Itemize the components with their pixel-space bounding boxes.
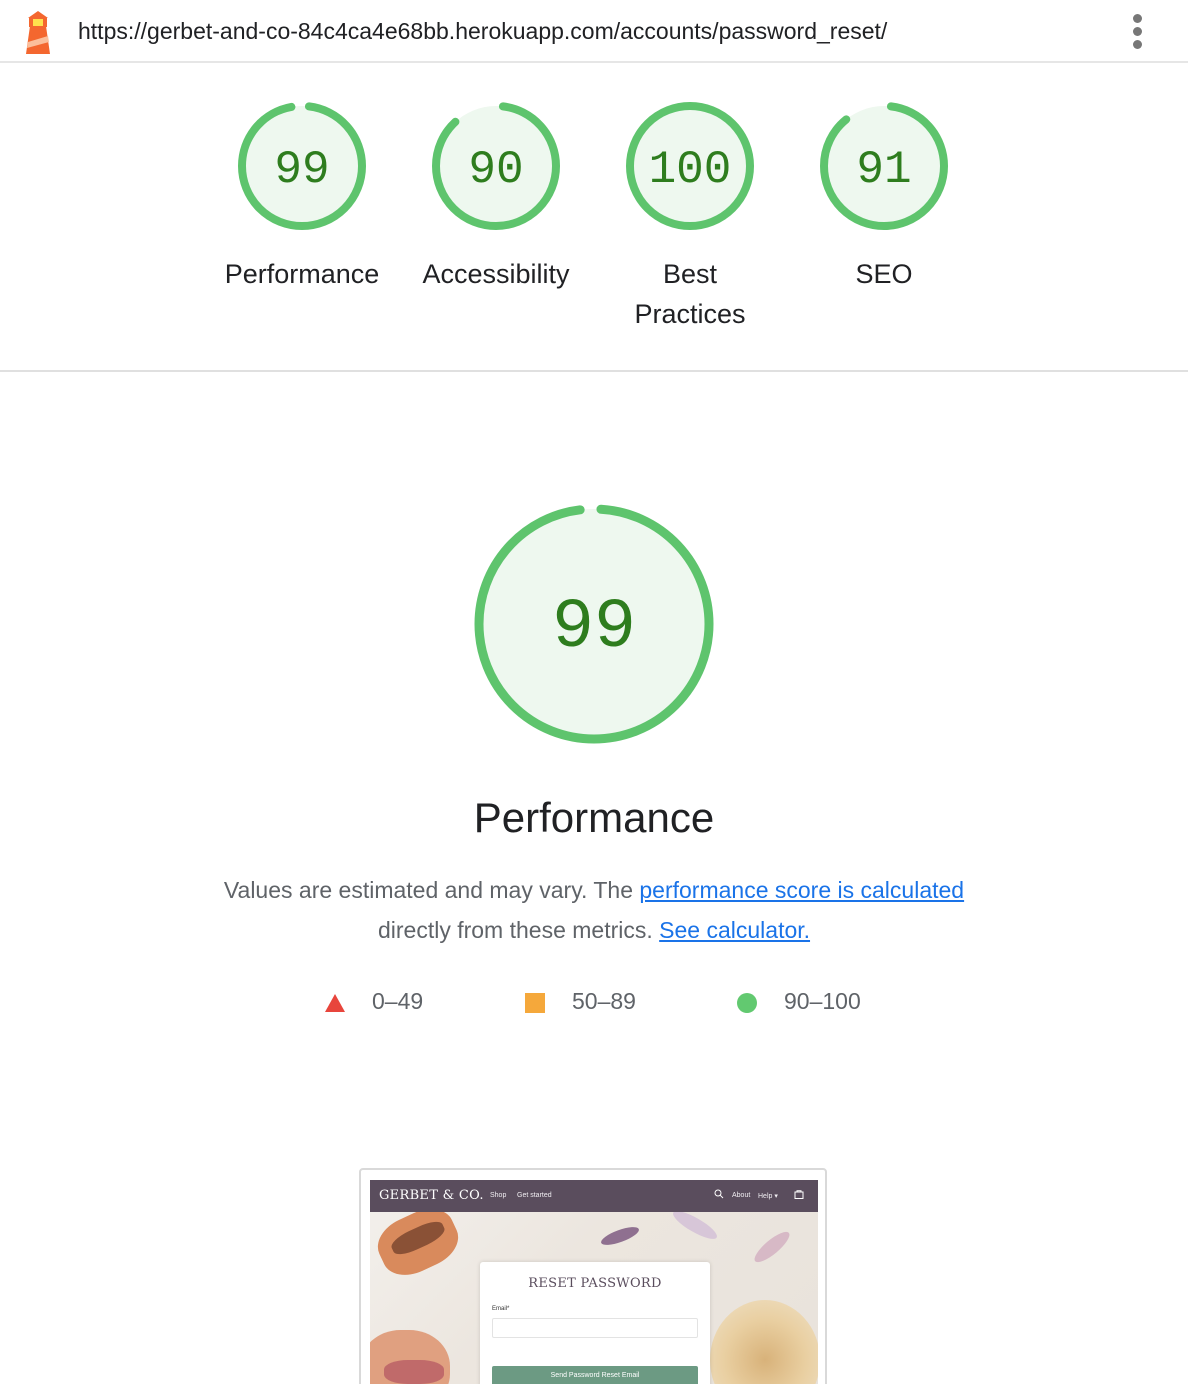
final-screenshot[interactable]: GERBET & CO. Shop Get started About Help… <box>359 1168 827 1384</box>
category-gauges: 99 Performance 90 Accessibility 100 Best… <box>0 100 1188 372</box>
search-icon <box>714 1189 724 1199</box>
site-nav-get-started: Get started <box>517 1192 552 1199</box>
site-screenshot: GERBET & CO. Shop Get started About Help… <box>370 1180 818 1384</box>
legend-fail: 0–49 <box>324 982 423 1022</box>
description-text: directly from these metrics. <box>377 917 660 943</box>
bag-icon <box>794 1190 804 1199</box>
gauge-label: SEO <box>855 259 913 289</box>
flower-image <box>710 1300 818 1384</box>
report-url: https://gerbet-and-co-84c4ca4e68bb.herok… <box>78 18 888 44</box>
gauge-label-line1: Best <box>662 259 718 289</box>
gauge-label-line2: Practices <box>634 299 746 329</box>
site-nav-shop: Shop <box>490 1192 507 1199</box>
report-header: https://gerbet-and-co-84c4ca4e68bb.herok… <box>0 0 1188 63</box>
gauge-score: 90 <box>468 144 523 196</box>
performance-title: Performance <box>473 794 715 841</box>
gauge-accessibility[interactable]: 90 Accessibility <box>396 100 596 294</box>
petal-image <box>599 1223 641 1249</box>
gauge-seo[interactable]: 91 SEO <box>784 100 984 294</box>
description-text: Values are estimated and may vary. The <box>223 877 640 903</box>
site-brand: GERBET & CO. <box>379 1188 484 1203</box>
pass-circle-icon <box>737 992 757 1013</box>
legend-range: 90–100 <box>784 988 861 1014</box>
gauge-score: 91 <box>856 144 911 196</box>
kebab-menu-icon[interactable] <box>1124 12 1152 52</box>
legend-average: 50–89 <box>524 982 636 1022</box>
performance-score-gauge: 99 <box>474 504 714 744</box>
lighthouse-icon <box>26 11 50 54</box>
email-label: Email* <box>492 1306 510 1312</box>
petal-image <box>669 1206 721 1244</box>
score-gauge-ring: 90 <box>432 102 560 230</box>
petal-image <box>750 1227 794 1267</box>
site-nav-about: About <box>732 1192 751 1199</box>
see-calculator-link[interactable]: See calculator. <box>659 917 810 943</box>
average-square-icon <box>525 992 545 1013</box>
fail-triangle-icon <box>325 993 345 1012</box>
legend-range: 0–49 <box>372 988 424 1014</box>
email-field <box>492 1318 698 1338</box>
gauge-label: Accessibility <box>422 259 570 289</box>
legend-pass: 90–100 <box>736 982 861 1022</box>
gauge-performance[interactable]: 99 Performance <box>202 100 402 294</box>
gauge-score: 99 <box>274 144 329 196</box>
score-scale-legend: 0–49 50–89 90–100 <box>0 982 1188 1022</box>
reset-password-card: RESET PASSWORD Email* Send Password Rese… <box>480 1262 710 1384</box>
score-gauge-ring: 91 <box>820 102 948 230</box>
score-calculated-link[interactable]: performance score is calculated <box>639 877 964 903</box>
site-navbar: GERBET & CO. Shop Get started About Help… <box>370 1180 818 1212</box>
gauge-score: 100 <box>649 144 732 196</box>
performance-description: Values are estimated and may vary. The p… <box>0 870 1188 950</box>
send-reset-email-button: Send Password Reset Email <box>492 1366 698 1384</box>
gauge-label: Best Practices <box>590 254 790 334</box>
gauge-label: Performance <box>224 259 380 289</box>
site-nav-help: Help ▾ <box>758 1193 778 1200</box>
gauge-best-practices[interactable]: 100 Best Practices <box>590 100 790 334</box>
macaron-filling <box>384 1360 444 1384</box>
legend-range: 50–89 <box>572 988 636 1014</box>
reset-password-title: RESET PASSWORD <box>528 1276 662 1291</box>
performance-score: 99 <box>552 589 636 668</box>
score-gauge-ring: 99 <box>238 102 366 230</box>
score-gauge-ring: 100 <box>626 102 754 230</box>
